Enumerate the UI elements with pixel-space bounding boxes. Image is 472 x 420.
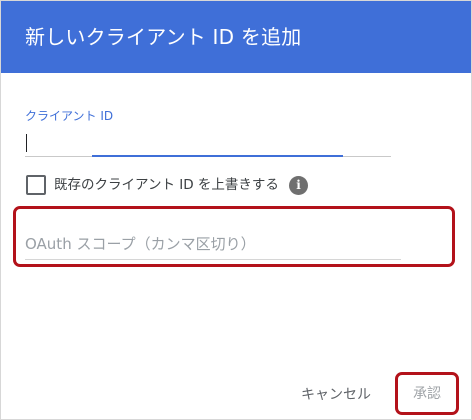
text-caret bbox=[26, 134, 27, 152]
info-icon[interactable]: i bbox=[289, 176, 308, 195]
cancel-button[interactable]: キャンセル bbox=[295, 381, 377, 409]
overwrite-checkbox[interactable] bbox=[26, 175, 46, 195]
oauth-scope-input[interactable] bbox=[25, 231, 401, 257]
scope-underline bbox=[25, 259, 401, 260]
client-id-input[interactable] bbox=[25, 127, 391, 155]
client-id-focus-underline bbox=[92, 155, 343, 157]
client-id-label: クライアント ID bbox=[25, 109, 114, 123]
overwrite-checkbox-label[interactable]: 既存のクライアント ID を上書きする bbox=[54, 175, 279, 195]
dialog-header: 新しいクライアント ID を追加 bbox=[1, 1, 471, 73]
add-client-id-dialog: 新しいクライアント ID を追加 クライアント ID 既存のクライアント ID … bbox=[0, 0, 472, 420]
dialog-title: 新しいクライアント ID を追加 bbox=[25, 25, 302, 49]
approve-button[interactable]: 承認 bbox=[402, 380, 452, 408]
